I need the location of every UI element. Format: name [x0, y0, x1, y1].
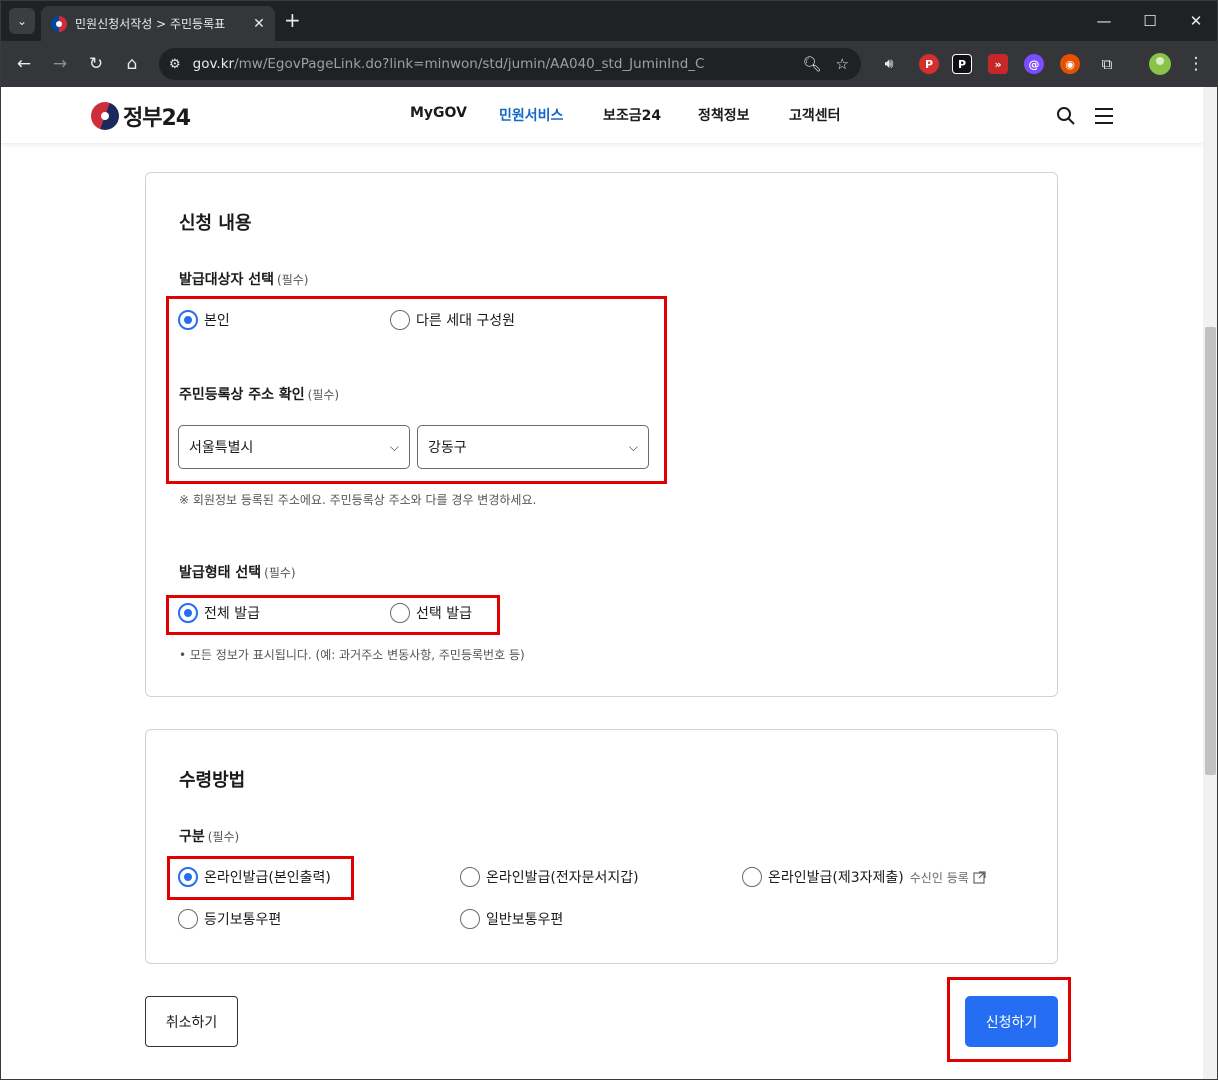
logo-text: 정부24	[123, 106, 191, 131]
tab-audio-icon[interactable]: 🔊︎	[875, 50, 903, 78]
nav-policy-info[interactable]: 정책정보	[698, 105, 750, 125]
address-note: ※ 회원정보 등록된 주소에요. 주민등록상 주소와 다를 경우 변경하세요.	[179, 493, 537, 507]
radio-online-e-wallet-circle[interactable]	[460, 867, 480, 887]
zoom-icon[interactable]: 🔍︎	[803, 55, 822, 73]
url-host: gov.kr	[192, 56, 235, 72]
highlight-submit-button	[947, 977, 1071, 1062]
cancel-button[interactable]: 취소하기	[145, 996, 238, 1047]
external-link-icon	[973, 870, 986, 884]
hamburger-menu-icon[interactable]	[1094, 107, 1114, 125]
home-icon[interactable]: ⌂	[118, 50, 146, 78]
extension-p2-icon[interactable]: P	[919, 54, 939, 74]
scrollbar-thumb[interactable]	[1205, 327, 1216, 775]
extension-p-icon[interactable]: P	[952, 54, 972, 74]
radio-online-third-party-label: 온라인발급(제3자제출)	[768, 870, 904, 886]
nav-civil-service[interactable]: 민원서비스	[499, 105, 563, 125]
receipt-type-label-text: 구분	[179, 829, 205, 845]
receipt-type-label: 구분 (필수)	[179, 826, 239, 846]
radio-online-third-party-circle[interactable]	[742, 867, 762, 887]
close-window-icon[interactable]: ✕	[1173, 1, 1217, 41]
profile-avatar[interactable]	[1149, 53, 1171, 75]
extension-at-icon[interactable]: @	[1024, 54, 1044, 74]
maximize-icon[interactable]: ☐	[1127, 1, 1173, 41]
tab-search-button[interactable]: ⌄	[9, 8, 35, 34]
issue-type-label-text: 발급형태 선택	[179, 565, 262, 581]
radio-registered-mail-circle[interactable]	[178, 909, 198, 929]
radio-registered-mail-label: 등기보통우편	[204, 912, 282, 928]
recipient-register-text: 수신인 등록	[909, 870, 969, 885]
reload-icon[interactable]: ↻	[82, 50, 110, 78]
search-icon[interactable]	[1056, 106, 1076, 126]
minimize-icon[interactable]: —	[1081, 1, 1127, 41]
url-text[interactable]: gov.kr/mw/EgovPageLink.do?link=minwon/st…	[193, 56, 789, 72]
issue-type-note: • 모든 정보가 표시됩니다. (예: 과거주소 변동사항, 주민등록번호 등)	[179, 648, 525, 662]
target-label: 발급대상자 선택 (필수)	[179, 269, 309, 289]
page-content: 정부24 MyGOV 민원서비스 보조금24 정책정보 고객센터 신청 내용 발…	[1, 87, 1203, 1079]
receipt-type-required: (필수)	[207, 830, 240, 844]
nav-mygov[interactable]: MyGOV	[410, 105, 467, 121]
radio-regular-mail[interactable]: 일반보통우편	[460, 909, 563, 929]
url-path: /mw/EgovPageLink.do?link=minwon/std/jumi…	[234, 56, 705, 72]
site-logo[interactable]: 정부24	[91, 100, 191, 132]
browser-toolbar: ← → ↻ ⌂ ⚙ gov.kr/mw/EgovPageLink.do?link…	[1, 41, 1217, 87]
address-bar[interactable]: ⚙ gov.kr/mw/EgovPageLink.do?link=minwon/…	[159, 48, 861, 80]
site-info-icon[interactable]: ⚙	[169, 57, 181, 72]
tab-title: 민원신청서작성 > 주민등록표	[75, 17, 226, 31]
radio-regular-mail-label: 일반보통우편	[486, 912, 564, 928]
radio-registered-mail[interactable]: 등기보통우편	[178, 909, 281, 929]
recipient-register-link[interactable]: 수신인 등록	[910, 869, 986, 886]
highlight-target-address	[166, 296, 667, 484]
browser-tab[interactable]: 민원신청서작성 > 주민등록표 ✕	[41, 6, 275, 41]
issue-type-required: (필수)	[264, 566, 296, 580]
highlight-issue-type	[166, 595, 500, 635]
target-required: (필수)	[277, 273, 309, 287]
forward-icon[interactable]: →	[46, 50, 74, 78]
bookmark-star-icon[interactable]: ☆	[836, 55, 849, 73]
gov24-favicon-icon	[51, 15, 67, 32]
extensions-puzzle-icon[interactable]: ⧉	[1093, 50, 1121, 78]
issue-type-label: 발급형태 선택 (필수)	[179, 562, 296, 582]
receipt-card: 수령방법 구분 (필수) 온라인발급(본인출력) 온라인발급(전자문서지갑) 온라…	[145, 729, 1058, 964]
radio-online-e-wallet[interactable]: 온라인발급(전자문서지갑)	[460, 867, 639, 887]
browser-window: ⌄ 민원신청서작성 > 주민등록표 ✕ + — ☐ ✕ ← → ↻ ⌂ ⚙ go…	[0, 0, 1218, 1080]
extension-globe-icon[interactable]: ◉	[1060, 54, 1080, 74]
target-label-text: 발급대상자 선택	[179, 272, 275, 288]
site-header: 정부24 MyGOV 민원서비스 보조금24 정책정보 고객센터	[1, 87, 1203, 143]
back-icon[interactable]: ←	[10, 50, 38, 78]
nav-subsidy24[interactable]: 보조금24	[603, 105, 661, 125]
receipt-title: 수령방법	[179, 770, 246, 791]
tab-strip: ⌄ 민원신청서작성 > 주민등록표 ✕ + — ☐ ✕	[1, 1, 1217, 41]
extension-forward-icon[interactable]: »	[988, 54, 1008, 74]
menu-kebab-icon[interactable]: ⋮	[1182, 50, 1210, 78]
nav-customer-center[interactable]: 고객센터	[789, 105, 841, 125]
application-title: 신청 내용	[179, 213, 252, 234]
new-tab-button[interactable]: +	[284, 9, 301, 31]
radio-regular-mail-circle[interactable]	[460, 909, 480, 929]
close-tab-icon[interactable]: ✕	[251, 16, 267, 32]
radio-online-e-wallet-label: 온라인발급(전자문서지갑)	[486, 870, 639, 886]
highlight-receipt-method	[167, 856, 354, 900]
taegeuk-logo-icon	[91, 102, 119, 130]
radio-online-third-party[interactable]: 온라인발급(제3자제출) 수신인 등록	[742, 867, 986, 887]
